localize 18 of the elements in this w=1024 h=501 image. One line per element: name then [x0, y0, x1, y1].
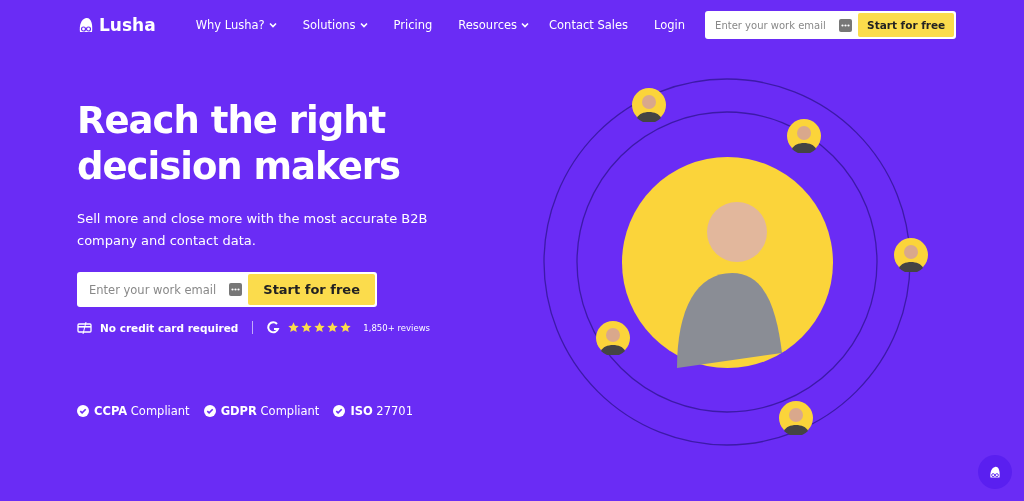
compliance-label: GDPR Compliant	[220, 404, 320, 418]
nav-link[interactable]: Pricing	[393, 18, 433, 32]
hero-title: Reach the right decision makers	[77, 98, 402, 190]
start-button[interactable]: Start for free	[248, 274, 375, 305]
brand-name[interactable]: Lusha	[99, 15, 156, 35]
nav-link[interactable]: Login	[654, 18, 686, 32]
nav-link[interactable]: Resources	[458, 18, 530, 32]
compliance-label: CCPA Compliant	[94, 404, 190, 418]
hero-subtitle: Sell more and close more with the most accurate B2B company and contact data.	[77, 210, 429, 250]
compliance-label: ISO 27701	[350, 404, 413, 418]
nav-link[interactable]: Why Lusha?	[195, 18, 277, 32]
reviews-count[interactable]: 1,850+ reviews	[363, 322, 431, 333]
no-card-text: No credit card required	[100, 321, 239, 334]
nav-link[interactable]: Solutions	[302, 18, 368, 32]
start-button[interactable]: Start for free	[858, 13, 955, 37]
nav-link[interactable]: Contact Sales	[549, 18, 629, 32]
email-signup-field[interactable]: Enter your work email Start for free	[705, 11, 957, 39]
email-signup-field[interactable]: Enter your work email Start for free	[77, 272, 377, 307]
